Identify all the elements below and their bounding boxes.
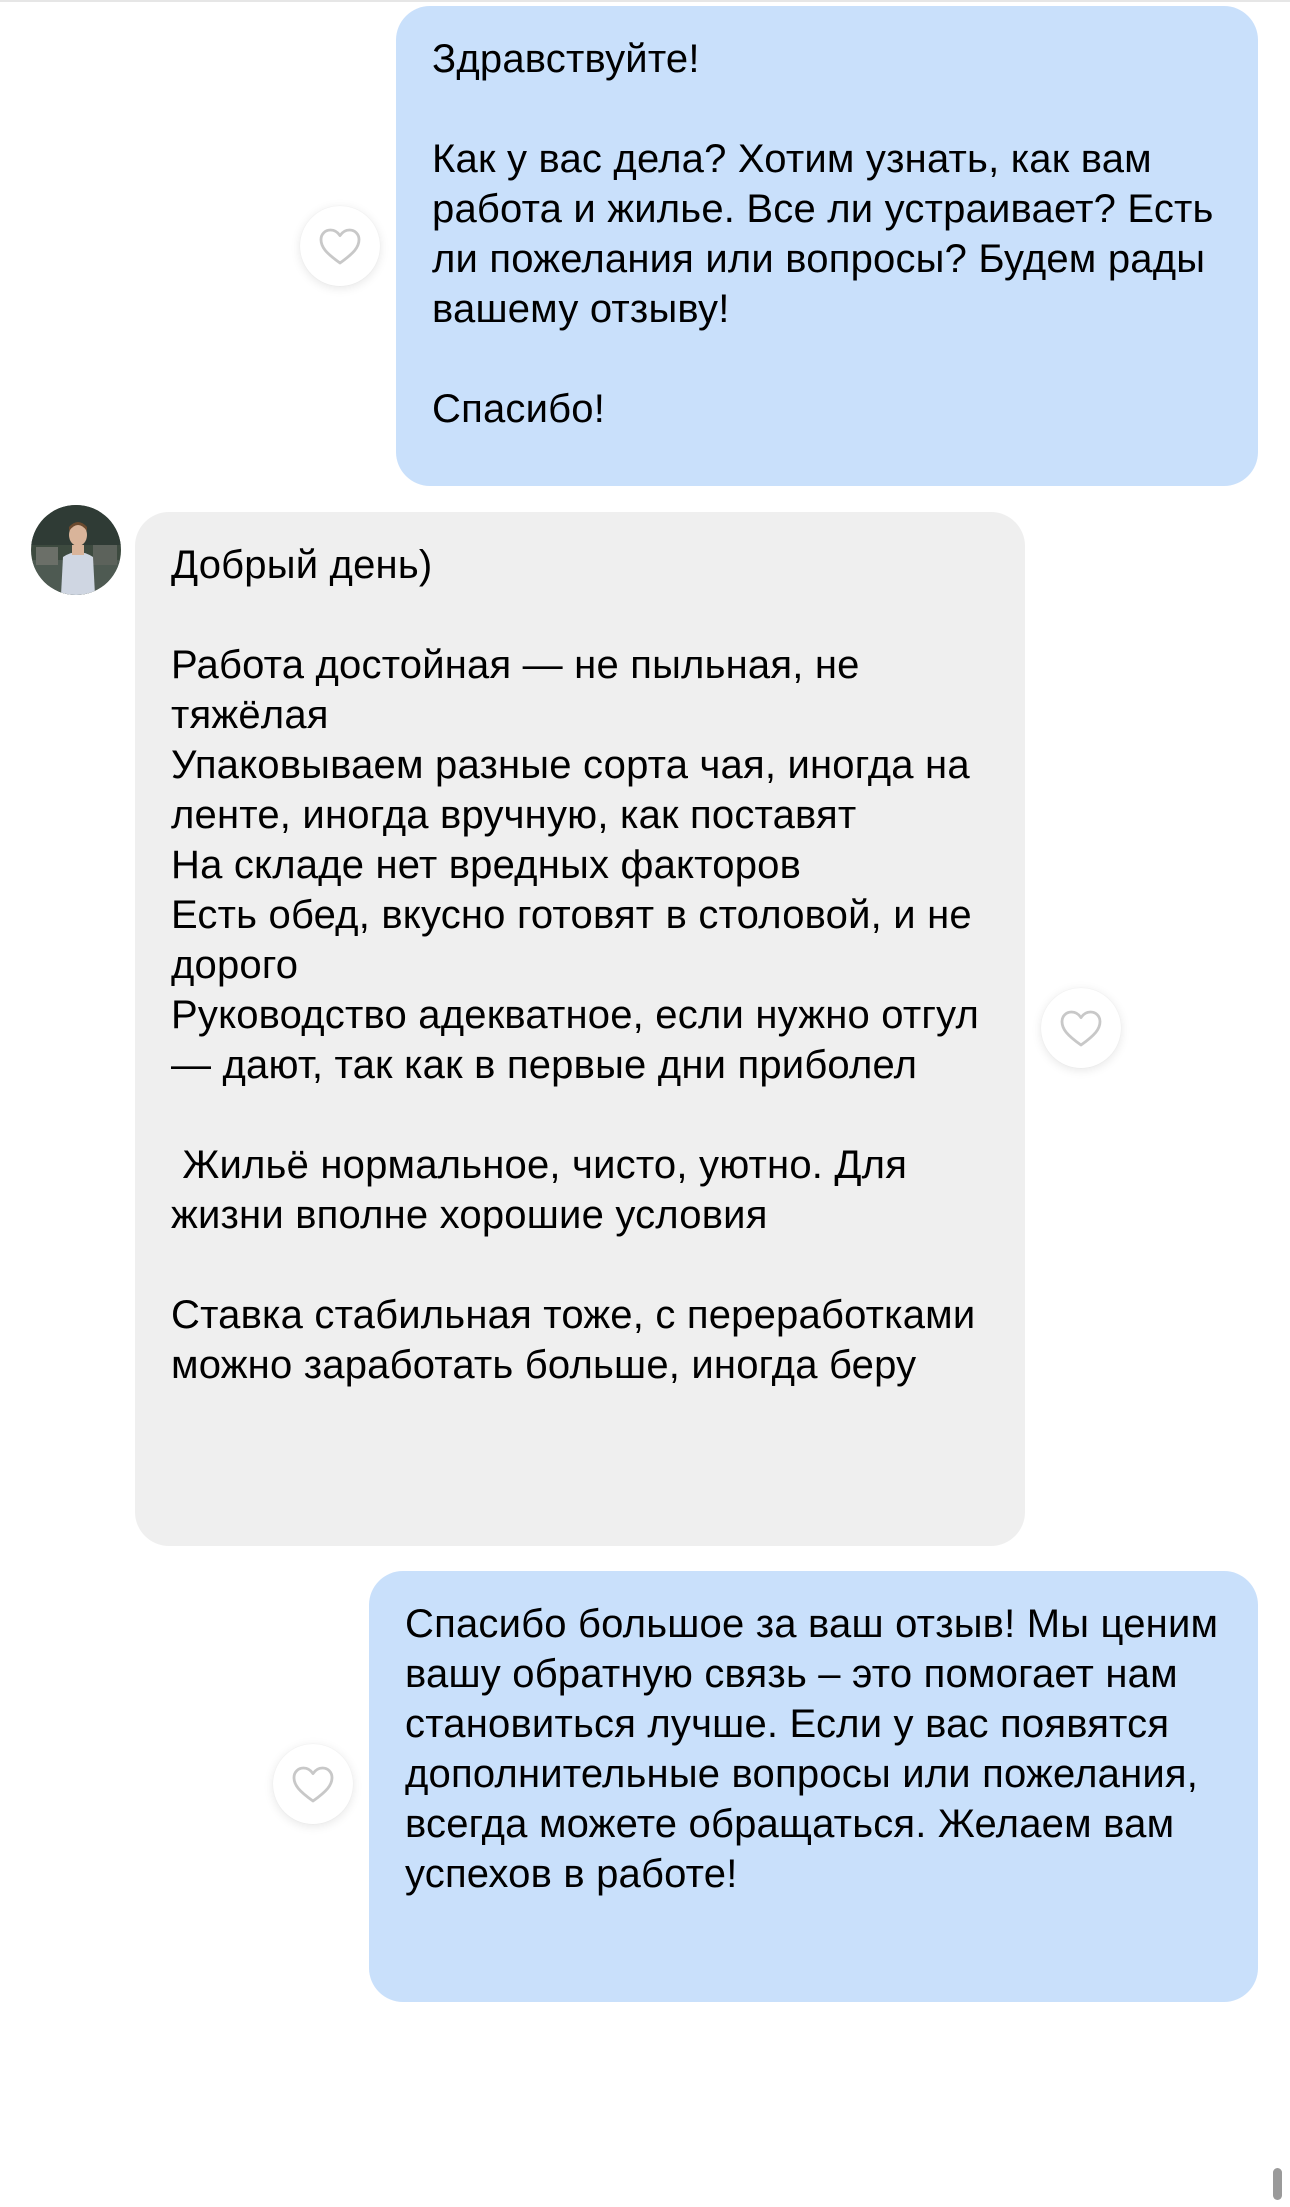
like-button[interactable] [1041, 988, 1121, 1068]
top-divider [0, 0, 1290, 2]
heart-outline-icon [1060, 1010, 1102, 1047]
outgoing-message-bubble[interactable]: Спасибо большое за ваш отзыв! Мы ценим в… [369, 1571, 1258, 2002]
incoming-message-bubble[interactable]: Добрый день) Работа достойная — не пыльн… [135, 512, 1025, 1546]
like-button[interactable] [273, 1744, 353, 1824]
outgoing-message-bubble[interactable]: Здравствуйте! Как у вас дела? Хотим узна… [396, 6, 1258, 486]
scroll-indicator[interactable] [1273, 2168, 1282, 2200]
like-button[interactable] [300, 206, 380, 286]
heart-outline-icon [319, 228, 361, 265]
user-avatar[interactable] [31, 505, 121, 595]
avatar-photo [31, 505, 121, 595]
heart-outline-icon [292, 1766, 334, 1803]
